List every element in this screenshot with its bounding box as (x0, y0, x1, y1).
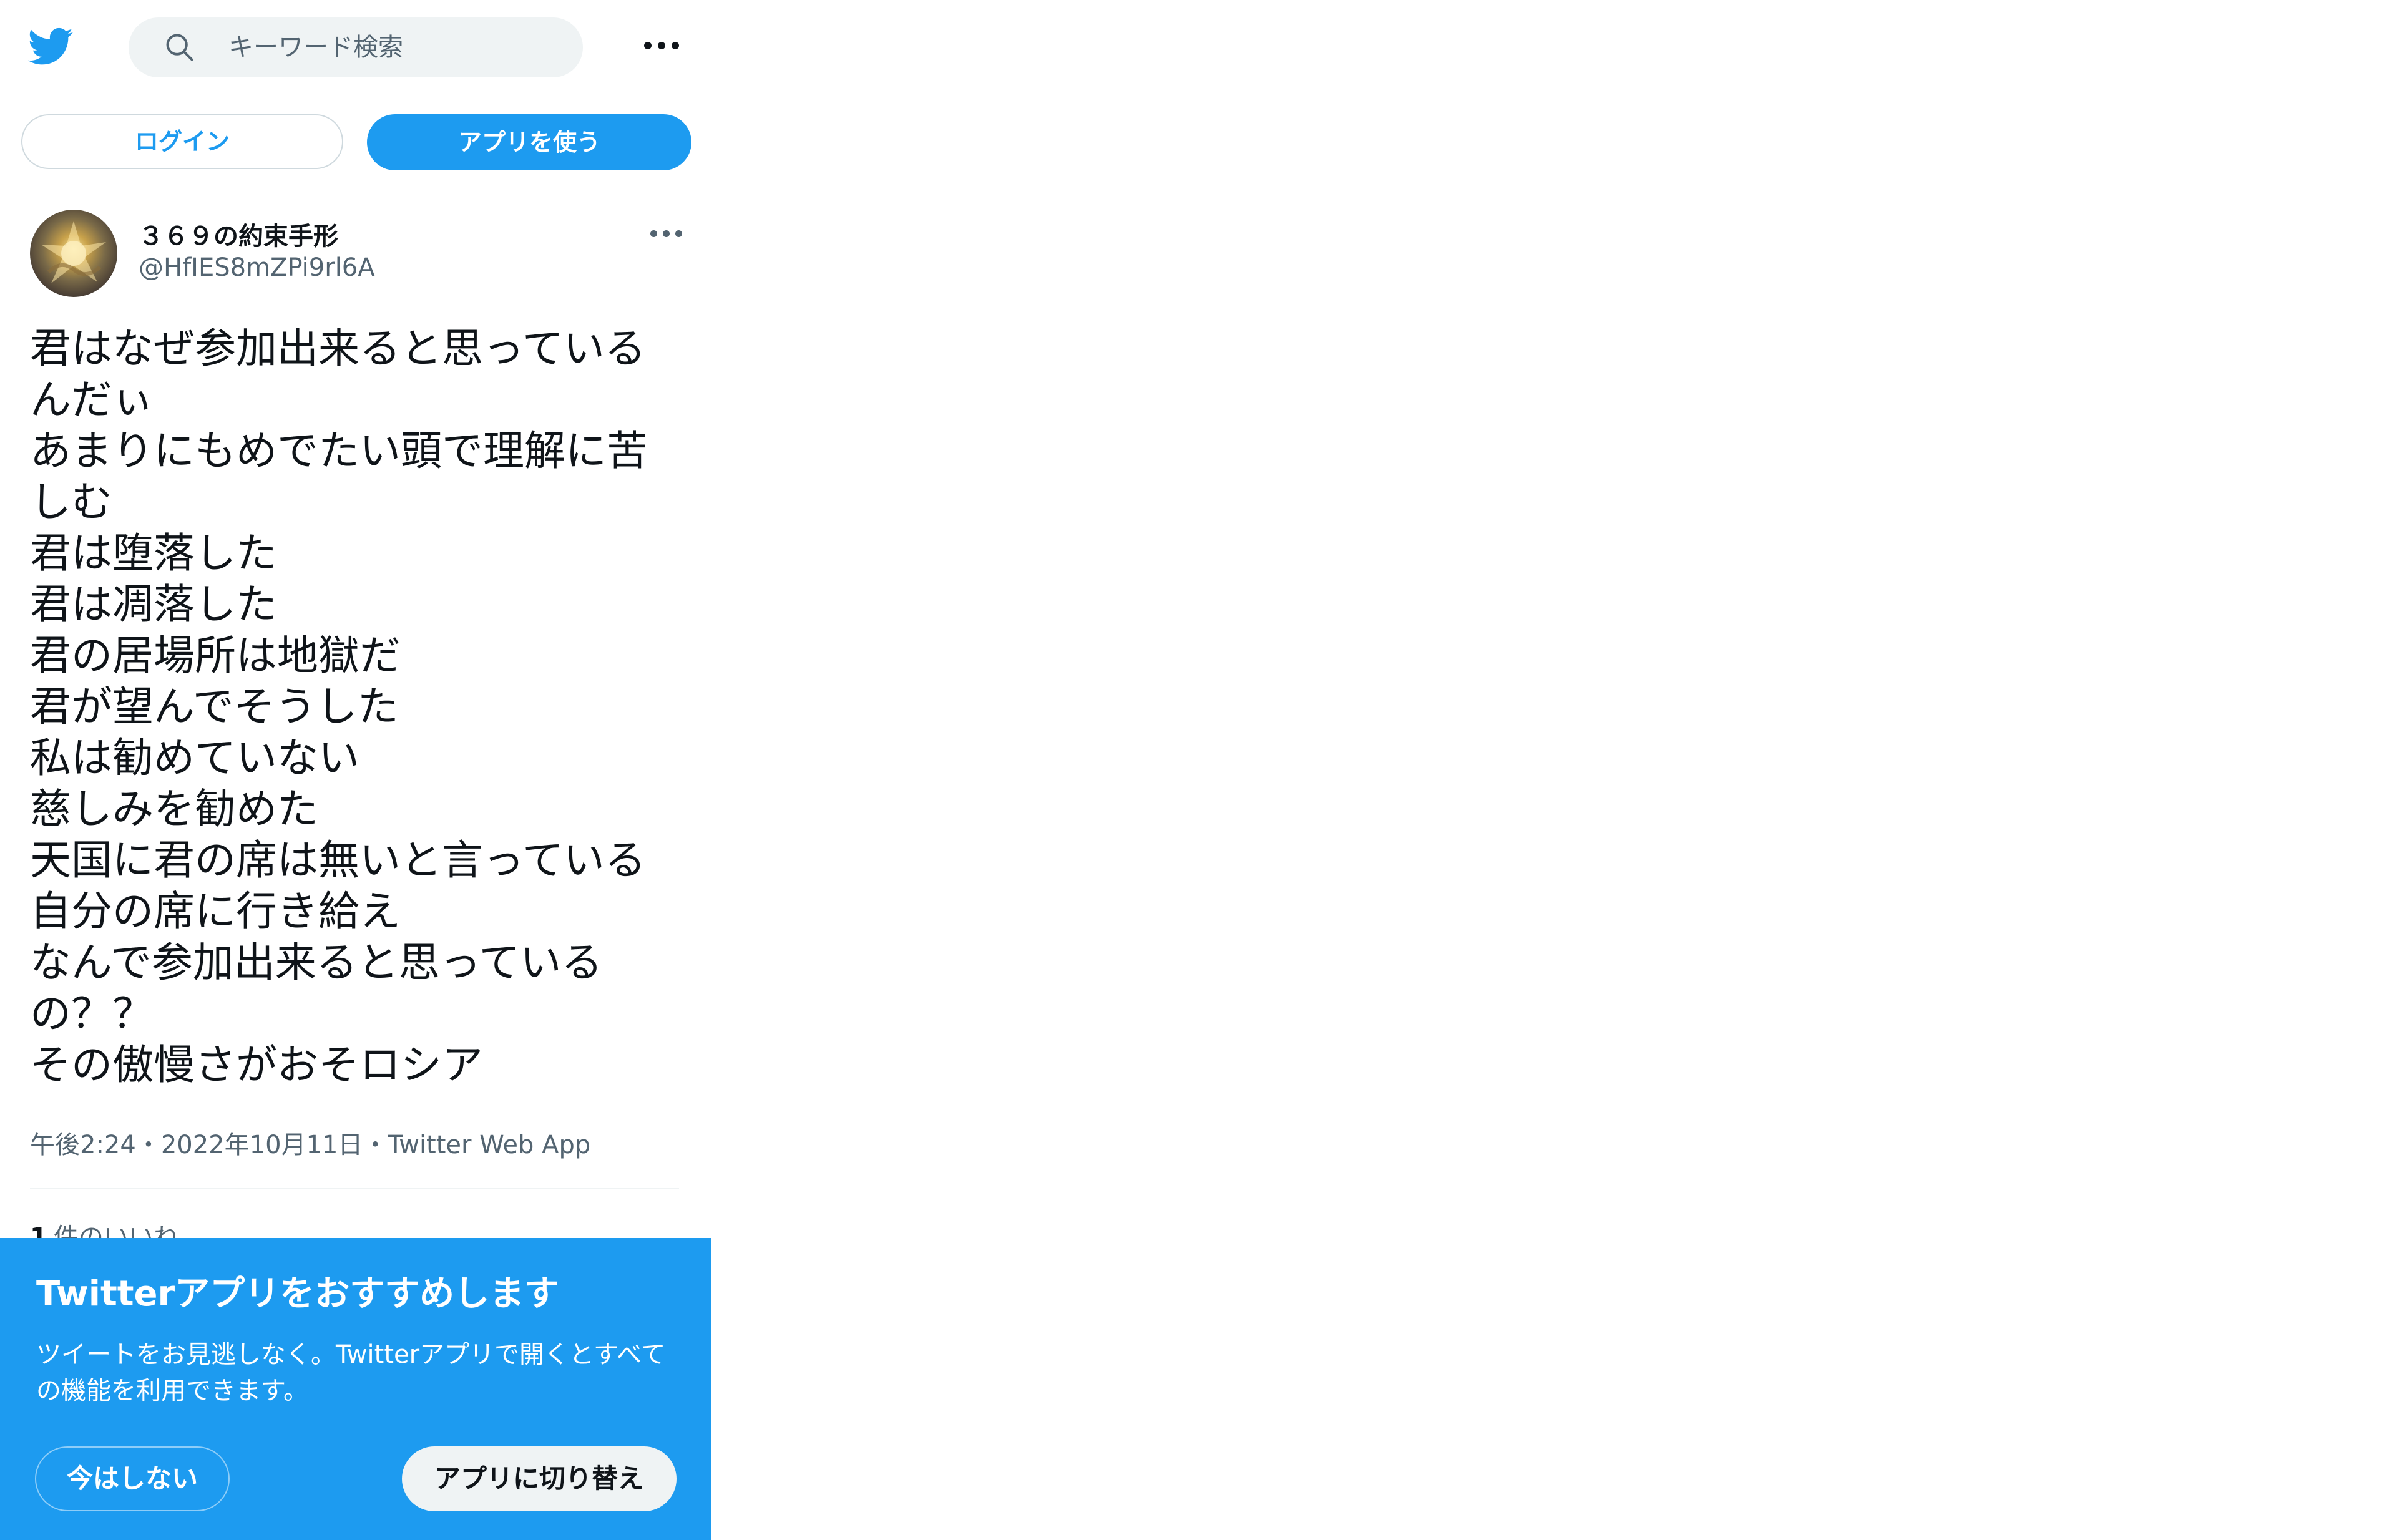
tweet-more-icon[interactable] (649, 218, 684, 250)
author-handle[interactable]: @HfIES8mZPi9rl6A (139, 253, 375, 282)
tweet-text-line: しむ (30, 478, 112, 526)
more-horizontal-icon[interactable] (643, 30, 680, 61)
login-button[interactable]: ログイン (21, 114, 343, 169)
promo-description: ツイートをお見逃しなく。Twitterアプリで開くとすべての機能を利用できます。 (36, 1340, 666, 1405)
promo-title: Twitterアプリをおすすめします (36, 1274, 560, 1314)
avatar[interactable] (30, 210, 117, 297)
author-display-name[interactable]: ３６９の約束手形 (139, 216, 338, 252)
avatar-image (41, 221, 106, 283)
search-bar[interactable]: キーワード検索 (129, 17, 583, 77)
tweet-text: 君はなぜ参加出来ると思っている んだぃ あまりにもめでたい頭で理解に苦 しむ 君… (30, 323, 691, 1091)
tweet-text-line: 自分の席に行き給え (30, 887, 401, 935)
tweet-text-line: の？？ (30, 990, 154, 1038)
tweet-text-line: んだぃ (30, 376, 154, 424)
twitter-bird-icon[interactable] (27, 24, 75, 69)
tweet-text-line: あまりにもめでたい頭で理解に苦 (30, 427, 648, 475)
not-now-button[interactable]: 今はしない (35, 1446, 230, 1511)
tweet-text-line: 君は堕落した (30, 529, 277, 577)
tweet-text-line: なんで参加出来ると思っている (30, 938, 603, 987)
tweet-text-line: 私は勧めていない (30, 734, 359, 782)
tweet-text-line: 君の居場所は地獄だ (30, 631, 401, 680)
tweet-text-line: 君はなぜ参加出来ると思っている (30, 324, 646, 373)
tweet-text-line: 君は凋落した (30, 580, 277, 628)
switch-to-app-button[interactable]: アプリに切り替え (402, 1446, 677, 1511)
app-promo-banner: Twitterアプリをおすすめします ツイートをお見逃しなく。Twitterアプ… (0, 1238, 711, 1540)
tweet-text-line: 君が望んでそうした (30, 683, 399, 731)
search-input[interactable]: キーワード検索 (228, 17, 403, 77)
divider (30, 1188, 679, 1189)
use-app-button[interactable]: アプリを使う (367, 114, 691, 170)
tweet-text-line: 慈しみを勧めた (30, 785, 318, 833)
tweet-timestamp[interactable]: 午後2:24・2022年10月11日・Twitter Web App (30, 1124, 590, 1161)
search-icon (166, 34, 193, 61)
tweet-text-line: 天国に君の席は無いと言っている (30, 836, 646, 884)
tweet-text-line: その傲慢さがおそロシア (30, 1041, 483, 1089)
mobile-column: キーワード検索 ログイン アプリを使う ３６９の約束手形 @HfIES8mZPi… (0, 0, 711, 1540)
